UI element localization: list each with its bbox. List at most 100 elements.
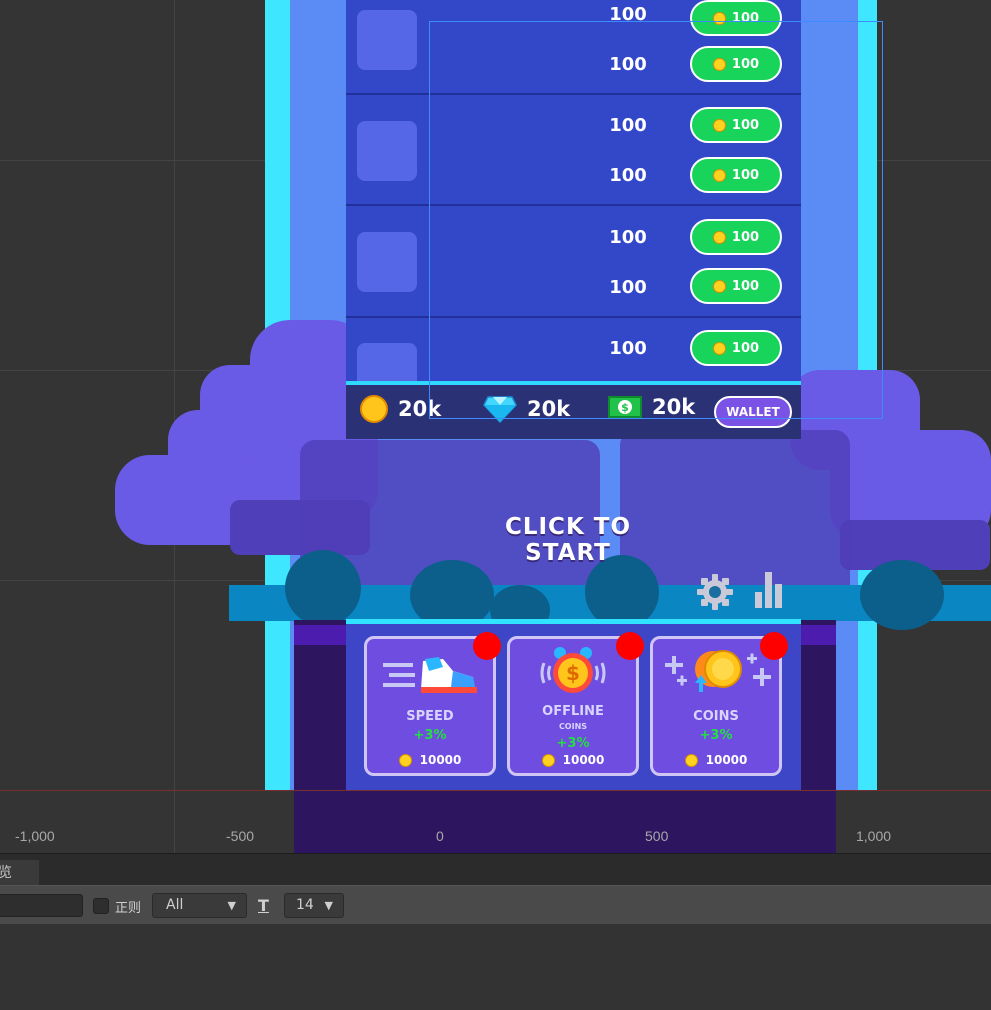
diamond-icon — [483, 396, 517, 423]
cash-balance: $ 20k — [608, 395, 695, 419]
item-amount: 100 — [609, 115, 647, 136]
cash-icon: $ — [608, 396, 642, 418]
font-size-icon: T — [258, 896, 269, 915]
coin-balance-value: 20k — [398, 397, 442, 421]
item-thumbnail — [357, 343, 417, 385]
item-thumbnail — [357, 10, 417, 70]
upgrade-title: COINS — [693, 709, 739, 724]
buy-button[interactable]: 100 — [690, 268, 782, 304]
chevron-down-icon: ▼ — [227, 899, 236, 912]
scene-viewport[interactable]: 100 100 100 100 100 100 100 100 100 100 … — [0, 0, 991, 853]
item-amount: 100 — [609, 227, 647, 248]
coin-icon — [541, 753, 555, 767]
axis-label: 1,000 — [856, 828, 892, 844]
regex-label: 正则 — [115, 901, 142, 916]
click-to-start-label[interactable]: CLICK TO START — [470, 514, 666, 566]
upgrade-card-offline-coins[interactable]: $ OFFLINE COINS +3% 10000 — [507, 636, 639, 776]
chevron-down-icon: ▼ — [324, 899, 333, 912]
log-level-value: All — [166, 897, 184, 913]
upgrade-price: 10000 — [510, 753, 636, 767]
search-input[interactable] — [0, 894, 83, 917]
upgrade-price: 10000 — [653, 753, 779, 767]
axis-label: -1,000 — [15, 828, 55, 844]
bush — [285, 550, 361, 626]
font-size-select[interactable]: 14 ▼ — [284, 893, 344, 918]
notification-dot — [473, 632, 501, 660]
upgrade-card-speed[interactable]: SPEED +3% 10000 — [364, 636, 496, 776]
upgrade-price-value: 10000 — [705, 753, 748, 767]
buy-button[interactable]: 100 — [690, 330, 782, 366]
item-amount: 100 — [609, 54, 647, 75]
currency-bar: 20k 20k $ 20k WALLET — [346, 381, 801, 439]
row-divider — [346, 204, 801, 206]
upgrade-title: OFFLINE — [542, 704, 604, 719]
axis-label: 0 — [436, 828, 444, 844]
coin-icon — [712, 57, 726, 71]
regex-checkbox[interactable] — [93, 898, 109, 914]
item-amount: 100 — [609, 277, 647, 298]
row-divider — [346, 93, 801, 95]
buy-button[interactable]: 100 — [690, 46, 782, 82]
upgrade-bonus: +3% — [413, 728, 447, 743]
coin-icon — [398, 753, 412, 767]
buy-price: 100 — [731, 278, 760, 294]
buy-price: 100 — [731, 56, 760, 72]
buy-price: 100 — [731, 229, 760, 245]
buy-button[interactable]: 100 — [690, 0, 782, 36]
coin-icon — [712, 168, 726, 182]
console-toolbar: 正则 All ▼ T 14 ▼ — [0, 885, 991, 925]
notification-dot — [616, 632, 644, 660]
coin-icon — [712, 279, 726, 293]
row-divider — [346, 316, 801, 318]
gold-coin-icon — [360, 395, 388, 423]
notification-dot — [760, 632, 788, 660]
item-amount: 100 — [609, 165, 647, 186]
upgrade-price-value: 10000 — [419, 753, 462, 767]
coin-icon — [712, 11, 726, 25]
buy-button[interactable]: 100 — [690, 107, 782, 143]
coin-stack-icon — [665, 650, 771, 692]
coin-icon — [684, 753, 698, 767]
cash-balance-value: 20k — [652, 395, 696, 419]
bush — [585, 555, 659, 629]
upgrade-title: SPEED — [406, 709, 454, 724]
axis-label: 500 — [645, 828, 669, 844]
coin-icon — [712, 341, 726, 355]
buy-price: 100 — [731, 167, 760, 183]
upgrade-card-coins[interactable]: COINS +3% 10000 — [650, 636, 782, 776]
coin-balance: 20k — [360, 395, 441, 423]
coin-icon — [712, 230, 726, 244]
svg-text:$: $ — [621, 401, 629, 414]
coin-icon — [712, 118, 726, 132]
shop-panel: 100 100 100 100 100 100 100 100 100 100 … — [346, 0, 801, 385]
sneaker-icon — [383, 657, 477, 693]
upgrade-bonus: +3% — [556, 736, 590, 751]
upgrade-bonus: +3% — [699, 728, 733, 743]
item-amount: 100 — [609, 4, 647, 25]
font-size-value: 14 — [296, 897, 314, 913]
bush — [860, 560, 944, 630]
alarm-clock-coin-icon: $ — [540, 647, 606, 693]
item-thumbnail — [357, 232, 417, 292]
buy-button[interactable]: 100 — [690, 219, 782, 255]
wallet-button[interactable]: WALLET — [714, 396, 792, 428]
gem-balance: 20k — [483, 395, 570, 423]
item-amount: 100 — [609, 338, 647, 359]
upgrades-panel-accent — [346, 619, 801, 624]
x-axis-line — [0, 790, 991, 791]
svg-text:$: $ — [566, 661, 580, 685]
upgrade-price: 10000 — [367, 753, 493, 767]
console-tab-bar: 览 — [0, 853, 991, 886]
currency-bar-accent — [346, 381, 801, 385]
buy-button[interactable]: 100 — [690, 157, 782, 193]
item-thumbnail — [357, 121, 417, 181]
console-tab[interactable]: 览 — [0, 860, 39, 886]
settings-gear-icon[interactable] — [695, 572, 735, 612]
console-output[interactable] — [0, 924, 991, 1010]
upgrade-price-value: 10000 — [562, 753, 605, 767]
axis-label: -500 — [226, 828, 255, 844]
buy-price: 100 — [731, 10, 760, 26]
buy-price: 100 — [731, 340, 760, 356]
stats-chart-icon[interactable] — [753, 570, 785, 610]
log-level-select[interactable]: All ▼ — [152, 893, 247, 918]
